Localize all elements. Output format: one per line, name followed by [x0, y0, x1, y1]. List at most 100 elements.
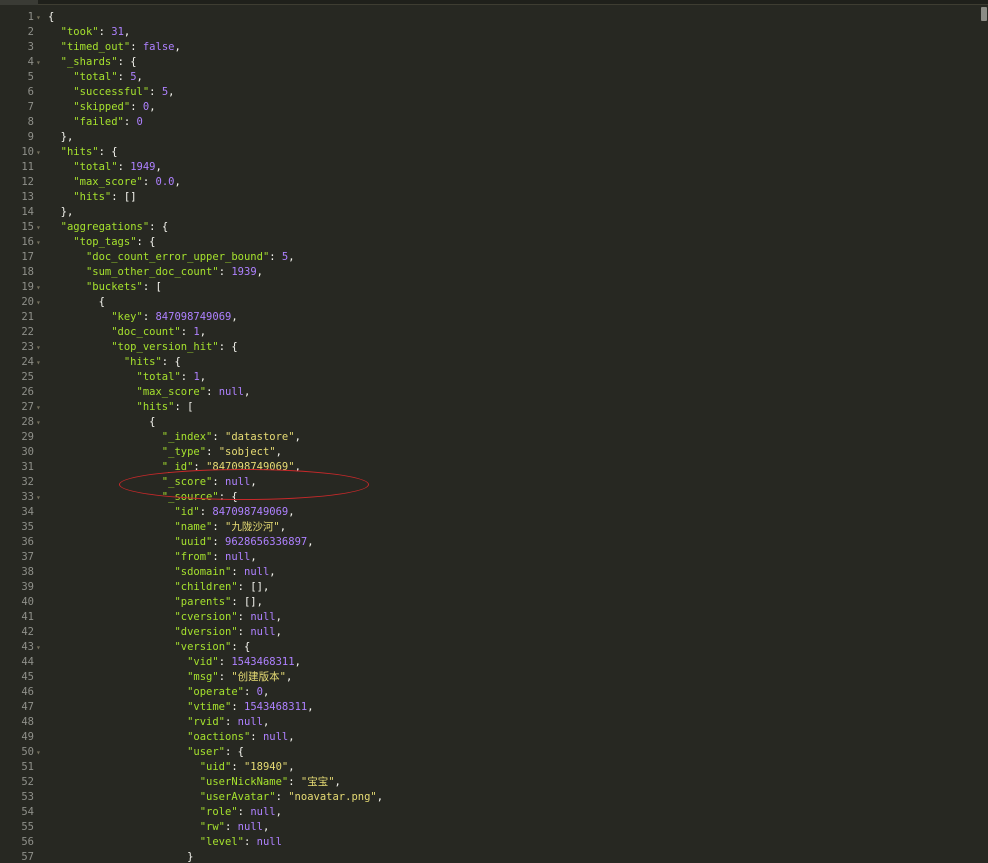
- vertical-scrollbar[interactable]: [980, 5, 988, 863]
- fold-arrow-icon[interactable]: ▾: [36, 415, 44, 430]
- fold-arrow-icon[interactable]: ▾: [36, 490, 44, 505]
- code-line[interactable]: 46 "operate": 0,: [0, 685, 980, 700]
- code-line[interactable]: 32 "_score": null,: [0, 475, 980, 490]
- code-line[interactable]: 39 "children": [],: [0, 580, 980, 595]
- code-line[interactable]: 16 ▾ "top_tags": {: [0, 235, 980, 250]
- code-line[interactable]: 50 ▾ "user": {: [0, 745, 980, 760]
- code-line[interactable]: 10 ▾ "hits": {: [0, 145, 980, 160]
- code-line[interactable]: 24 ▾ "hits": {: [0, 355, 980, 370]
- fold-arrow-icon[interactable]: ▾: [36, 295, 44, 310]
- code-line[interactable]: 26 "max_score": null,: [0, 385, 980, 400]
- code-text: "rw": null,: [48, 820, 270, 835]
- code-line[interactable]: 38 "sdomain": null,: [0, 565, 980, 580]
- code-line[interactable]: 23 ▾ "top_version_hit": {: [0, 340, 980, 355]
- fold-arrow-icon[interactable]: ▾: [36, 10, 44, 25]
- json-punctuation: : [],: [237, 581, 270, 593]
- code-line[interactable]: 18 "sum_other_doc_count": 1939,: [0, 265, 980, 280]
- code-line[interactable]: 33 ▾ "_source": {: [0, 490, 980, 505]
- json-key: "rw": [199, 821, 226, 833]
- code-line[interactable]: 49 "oactions": null,: [0, 730, 980, 745]
- code-line[interactable]: 53 "userAvatar": "noavatar.png",: [0, 790, 980, 805]
- code-line[interactable]: 37 "from": null,: [0, 550, 980, 565]
- code-line[interactable]: 48 "rvid": null,: [0, 715, 980, 730]
- code-editor[interactable]: 1 ▾{2 "took": 31, 3 "timed_out": false, 4 ▾ …: [0, 0, 988, 863]
- code-line[interactable]: 25 "total": 1,: [0, 370, 980, 385]
- fold-arrow-icon[interactable]: ▾: [36, 55, 44, 70]
- code-line[interactable]: 5 "total": 5,: [0, 70, 980, 85]
- json-value: null: [237, 821, 263, 833]
- code-line[interactable]: 41 "cversion": null,: [0, 610, 980, 625]
- code-line[interactable]: 29 "_index": "datastore",: [0, 430, 980, 445]
- code-line[interactable]: 9 },: [0, 130, 980, 145]
- json-value: 1543468311: [231, 656, 295, 668]
- json-punctuation: :: [231, 701, 244, 713]
- json-punctuation: ,: [174, 176, 181, 188]
- code-line[interactable]: 11 "total": 1949,: [0, 160, 980, 175]
- code-line[interactable]: 12 "max_score": 0.0,: [0, 175, 980, 190]
- fold-arrow-icon[interactable]: ▾: [36, 745, 44, 760]
- code-line[interactable]: 3 "timed_out": false,: [0, 40, 980, 55]
- code-text: "hits": [: [48, 400, 194, 415]
- code-line[interactable]: 2 "took": 31,: [0, 25, 980, 40]
- code-line[interactable]: 27 ▾ "hits": [: [0, 400, 980, 415]
- code-text: "vid": 1543468311,: [48, 655, 301, 670]
- code-line[interactable]: 45 "msg": "创建版本",: [0, 670, 980, 685]
- fold-arrow-icon[interactable]: ▾: [36, 340, 44, 355]
- json-key: "cversion": [174, 611, 238, 623]
- code-line[interactable]: 28 ▾ {: [0, 415, 980, 430]
- code-line[interactable]: 55 "rw": null,: [0, 820, 980, 835]
- code-line[interactable]: 42 "dversion": null,: [0, 625, 980, 640]
- json-key: "sdomain": [174, 566, 232, 578]
- line-number: 40: [21, 596, 34, 608]
- json-string: "datastore": [225, 431, 295, 443]
- fold-arrow-icon[interactable]: ▾: [36, 220, 44, 235]
- code-line[interactable]: 1 ▾ {: [0, 10, 980, 25]
- json-punctuation: :: [193, 461, 207, 473]
- code-line[interactable]: 6 "successful": 5,: [0, 85, 980, 100]
- code-line[interactable]: 14 },: [0, 205, 980, 220]
- code-line[interactable]: 36 "uuid": 9628656336897,: [0, 535, 980, 550]
- code-line[interactable]: 34 "id": 847098749069,: [0, 505, 980, 520]
- fold-arrow-icon[interactable]: ▾: [36, 355, 44, 370]
- code-line[interactable]: 22 "doc_count": 1,: [0, 325, 980, 340]
- code-line[interactable]: 20 ▾ {: [0, 295, 980, 310]
- scrollbar-thumb[interactable]: [981, 7, 987, 21]
- code-line[interactable]: 4 ▾ "_shards": {: [0, 55, 980, 70]
- code-lines[interactable]: 1 ▾{2 "took": 31, 3 "timed_out": false, 4 ▾ …: [0, 10, 980, 863]
- code-line[interactable]: 47 "vtime": 1543468311,: [0, 700, 980, 715]
- code-line[interactable]: 7 "skipped": 0,: [0, 100, 980, 115]
- code-line[interactable]: 8 "failed": 0: [0, 115, 980, 130]
- code-line[interactable]: 31 "_id": "847098749069",: [0, 460, 980, 475]
- json-key: "buckets": [85, 281, 143, 293]
- code-line[interactable]: 19 ▾ "buckets": [: [0, 280, 980, 295]
- code-line[interactable]: 21 "key": 847098749069,: [0, 310, 980, 325]
- fold-arrow-icon[interactable]: ▾: [36, 400, 44, 415]
- line-number: 28: [21, 416, 34, 428]
- json-punctuation: : {: [98, 146, 118, 158]
- code-line[interactable]: 52 "userNickName": "宝宝",: [0, 775, 980, 790]
- code-line[interactable]: 30 "_type": "sobject",: [0, 445, 980, 460]
- code-line[interactable]: 56 "level": null: [0, 835, 980, 850]
- code-line[interactable]: 43 ▾ "version": {: [0, 640, 980, 655]
- code-line[interactable]: 44 "vid": 1543468311,: [0, 655, 980, 670]
- code-line[interactable]: 54 "role": null,: [0, 805, 980, 820]
- fold-arrow-icon[interactable]: ▾: [36, 145, 44, 160]
- code-text: "max_score": null,: [48, 385, 251, 400]
- json-key: "_id": [161, 461, 194, 473]
- code-line[interactable]: 40 "parents": [],: [0, 595, 980, 610]
- code-line[interactable]: 35 "name": "九陇沙河",: [0, 520, 980, 535]
- fold-arrow-icon[interactable]: ▾: [36, 280, 44, 295]
- code-line[interactable]: 13 "hits": []: [0, 190, 980, 205]
- line-number: 5: [27, 71, 34, 83]
- code-line[interactable]: 57 }: [0, 850, 980, 863]
- fold-arrow-icon[interactable]: ▾: [36, 235, 44, 250]
- code-line[interactable]: 15 ▾ "aggregations": {: [0, 220, 980, 235]
- tab-bar-divider: [38, 4, 988, 5]
- code-line[interactable]: 17 "doc_count_error_upper_bound": 5,: [0, 250, 980, 265]
- code-line[interactable]: 51 "uid": "18940",: [0, 760, 980, 775]
- fold-arrow-icon[interactable]: ▾: [36, 640, 44, 655]
